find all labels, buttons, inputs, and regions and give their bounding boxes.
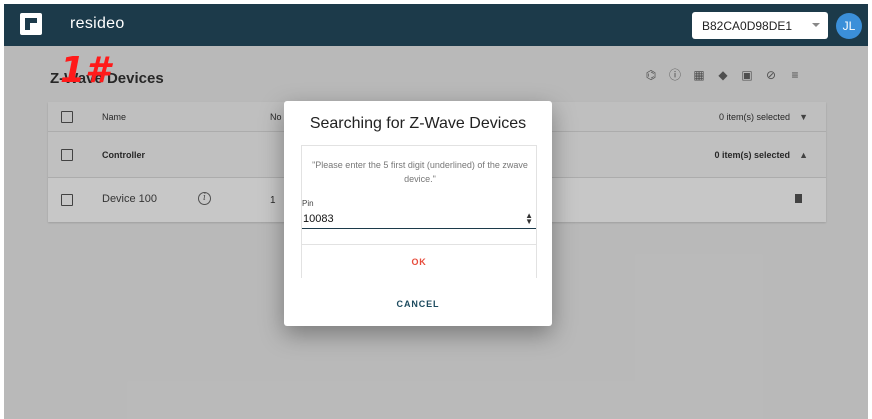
pin-instruction: "Please enter the 5 first digit (underli… bbox=[312, 160, 528, 184]
device-select[interactable]: B82CA0D98DE1 bbox=[692, 12, 828, 39]
search-devices-dialog: Searching for Z-Wave Devices "Please ent… bbox=[284, 101, 552, 326]
top-bar: resideo B82CA0D98DE1 JL bbox=[4, 4, 868, 46]
number-spinner-icon[interactable]: ▲ ▼ bbox=[525, 212, 533, 226]
ok-button[interactable]: OK bbox=[302, 244, 536, 278]
pin-form: "Please enter the 5 first digit (underli… bbox=[301, 145, 537, 278]
avatar[interactable]: JL bbox=[836, 13, 862, 39]
brand-name: resideo bbox=[70, 15, 125, 32]
pin-label: Pin bbox=[302, 199, 314, 208]
chevron-down-icon bbox=[812, 23, 820, 27]
resideo-logo-icon[interactable] bbox=[20, 13, 42, 35]
device-select-value: B82CA0D98DE1 bbox=[702, 19, 793, 33]
cancel-button[interactable]: CANCEL bbox=[284, 299, 552, 309]
dialog-title: Searching for Z-Wave Devices bbox=[309, 115, 527, 132]
pin-input[interactable] bbox=[302, 209, 536, 229]
annotation-label: 1# bbox=[60, 50, 111, 91]
